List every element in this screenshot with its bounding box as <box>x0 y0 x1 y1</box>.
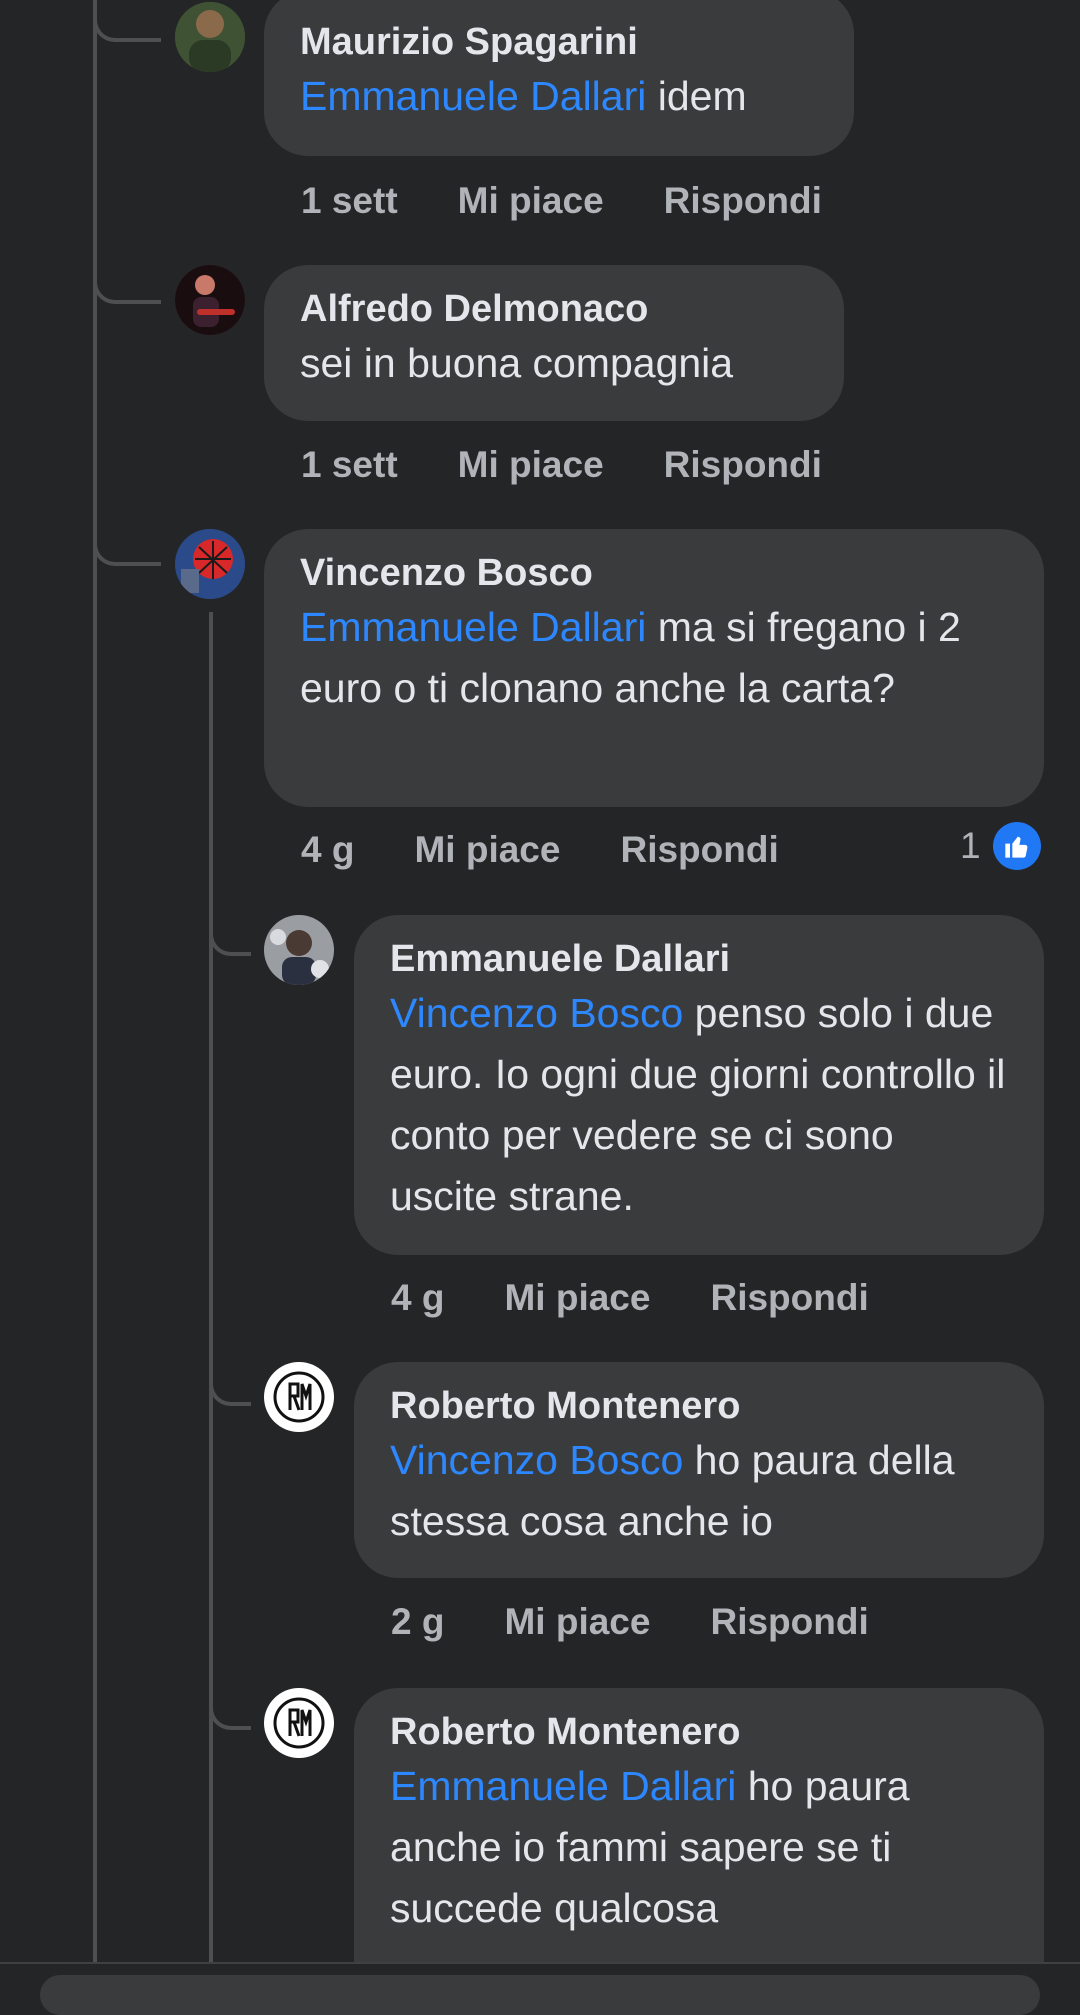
thread-connector <box>93 480 161 566</box>
comment-text: Emmanuele Dallari ma si fregano i 2 euro… <box>300 604 961 711</box>
thread-connector <box>209 1362 251 1406</box>
thread-connector <box>93 8 161 42</box>
rm-logo-icon <box>265 1689 333 1757</box>
like-button[interactable]: Mi piace <box>458 180 604 222</box>
like-button[interactable]: Mi piace <box>504 1601 650 1643</box>
comment-actions: 4 g Mi piace Rispondi <box>301 829 779 871</box>
comment-author[interactable]: Roberto Montenero <box>390 1708 1008 1756</box>
avatar[interactable] <box>264 1688 334 1758</box>
comment-actions: 2 g Mi piace Rispondi <box>391 1601 869 1643</box>
reply-button[interactable]: Rispondi <box>664 180 822 222</box>
comment-text: Vincenzo Bosco ho paura della stessa cos… <box>390 1437 955 1544</box>
comment-author[interactable]: Maurizio Spagarini <box>300 18 818 66</box>
mention-link[interactable]: Emmanuele Dallari <box>300 604 646 650</box>
reply-button[interactable]: Rispondi <box>710 1277 868 1319</box>
reply-button[interactable]: Rispondi <box>664 444 822 486</box>
mention-link[interactable]: Vincenzo Bosco <box>390 990 683 1036</box>
comment-time[interactable]: 1 sett <box>301 444 398 486</box>
reaction-summary[interactable]: 1 <box>960 822 1041 870</box>
user-avatar-icon <box>175 529 245 599</box>
user-avatar-icon <box>264 915 334 985</box>
avatar[interactable] <box>264 915 334 985</box>
like-button[interactable]: Mi piace <box>504 1277 650 1319</box>
comment-time[interactable]: 4 g <box>391 1277 444 1319</box>
thread-line-nested <box>209 612 213 1962</box>
comment-time[interactable]: 2 g <box>391 1601 444 1643</box>
mention-link[interactable]: Emmanuele Dallari <box>300 73 646 119</box>
rm-logo-icon <box>265 1363 333 1431</box>
avatar[interactable] <box>175 2 245 72</box>
comment-time[interactable]: 4 g <box>301 829 354 871</box>
comment-bubble[interactable]: Alfredo Delmonaco sei in buona compagnia <box>264 265 844 421</box>
comment-text: sei in buona compagnia <box>300 340 734 386</box>
thread-connector <box>209 912 251 956</box>
reply-button[interactable]: Rispondi <box>620 829 778 871</box>
comment-bubble[interactable]: Roberto Montenero Emmanuele Dallari ho p… <box>354 1688 1044 1962</box>
comment-text: Emmanuele Dallari ho paura anche io famm… <box>390 1763 910 1931</box>
reaction-count: 1 <box>960 825 981 866</box>
comment-bubble[interactable]: Emmanuele Dallari Vincenzo Bosco penso s… <box>354 915 1044 1255</box>
user-avatar-icon <box>175 2 245 72</box>
comment-time[interactable]: 1 sett <box>301 180 398 222</box>
thread-connector <box>209 1686 251 1730</box>
comment-bubble[interactable]: Roberto Montenero Vincenzo Bosco ho paur… <box>354 1362 1044 1578</box>
comment-bubble[interactable]: Maurizio Spagarini Emmanuele Dallari ide… <box>264 0 854 156</box>
comment-text: Vincenzo Bosco penso solo i due euro. Io… <box>390 990 1006 1219</box>
thread-connector <box>93 230 161 304</box>
comment-author[interactable]: Roberto Montenero <box>390 1382 1008 1430</box>
comment-actions: 1 sett Mi piace Rispondi <box>301 180 822 222</box>
avatar[interactable] <box>175 265 245 335</box>
thumbs-up-icon <box>992 822 1041 870</box>
comment-author[interactable]: Emmanuele Dallari <box>390 935 1008 983</box>
user-avatar-icon <box>175 265 245 335</box>
comment-input[interactable] <box>40 1975 1040 2015</box>
avatar[interactable] <box>264 1362 334 1432</box>
comment-text: Emmanuele Dallari idem <box>300 73 747 119</box>
comment-author[interactable]: Alfredo Delmonaco <box>300 285 808 333</box>
like-button[interactable]: Mi piace <box>458 444 604 486</box>
avatar[interactable] <box>175 529 245 599</box>
comment-author[interactable]: Vincenzo Bosco <box>300 549 1008 597</box>
mention-link[interactable]: Emmanuele Dallari <box>390 1763 736 1809</box>
comment-actions: 4 g Mi piace Rispondi <box>391 1277 869 1319</box>
mention-link[interactable]: Vincenzo Bosco <box>390 1437 683 1483</box>
comment-actions: 1 sett Mi piace Rispondi <box>301 444 822 486</box>
comment-bubble[interactable]: Vincenzo Bosco Emmanuele Dallari ma si f… <box>264 529 1044 807</box>
reply-button[interactable]: Rispondi <box>710 1601 868 1643</box>
like-button[interactable]: Mi piace <box>414 829 560 871</box>
